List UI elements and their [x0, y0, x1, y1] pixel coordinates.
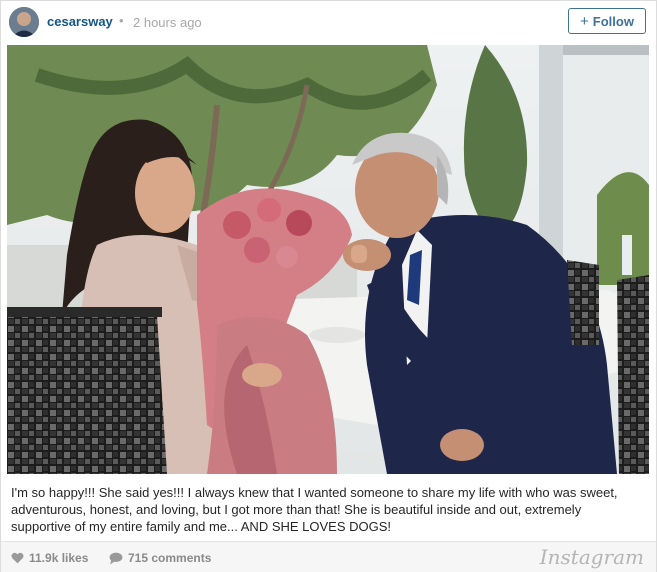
post-footer: 11.9k likes 715 comments Instagram: [1, 541, 656, 572]
photo-couple-proposal: [7, 45, 649, 474]
follow-button[interactable]: + Follow: [568, 8, 646, 34]
comments-count[interactable]: 715 comments: [109, 551, 211, 565]
separator-dot: •: [119, 13, 124, 28]
comments-label: 715 comments: [128, 551, 212, 565]
post-caption: I'm so happy!!! She said yes!!! I always…: [11, 485, 618, 534]
avatar[interactable]: [9, 7, 39, 37]
heart-icon: [11, 552, 24, 564]
post-photo[interactable]: [7, 45, 649, 474]
plus-icon: +: [580, 12, 589, 30]
likes-label: 11.9k likes: [29, 551, 89, 565]
instagram-logo[interactable]: Instagram: [540, 545, 644, 569]
username-link[interactable]: cesarsway: [47, 14, 113, 29]
post-timestamp[interactable]: 2 hours ago: [133, 15, 202, 30]
post-header: cesarsway • 2 hours ago + Follow: [1, 1, 656, 45]
follow-label: Follow: [592, 13, 634, 29]
speech-bubble-icon: [109, 552, 123, 564]
avatar-image: [9, 7, 39, 37]
instagram-post-card: cesarsway • 2 hours ago + Follow I'm so …: [0, 0, 657, 572]
likes-count[interactable]: 11.9k likes: [11, 551, 88, 565]
